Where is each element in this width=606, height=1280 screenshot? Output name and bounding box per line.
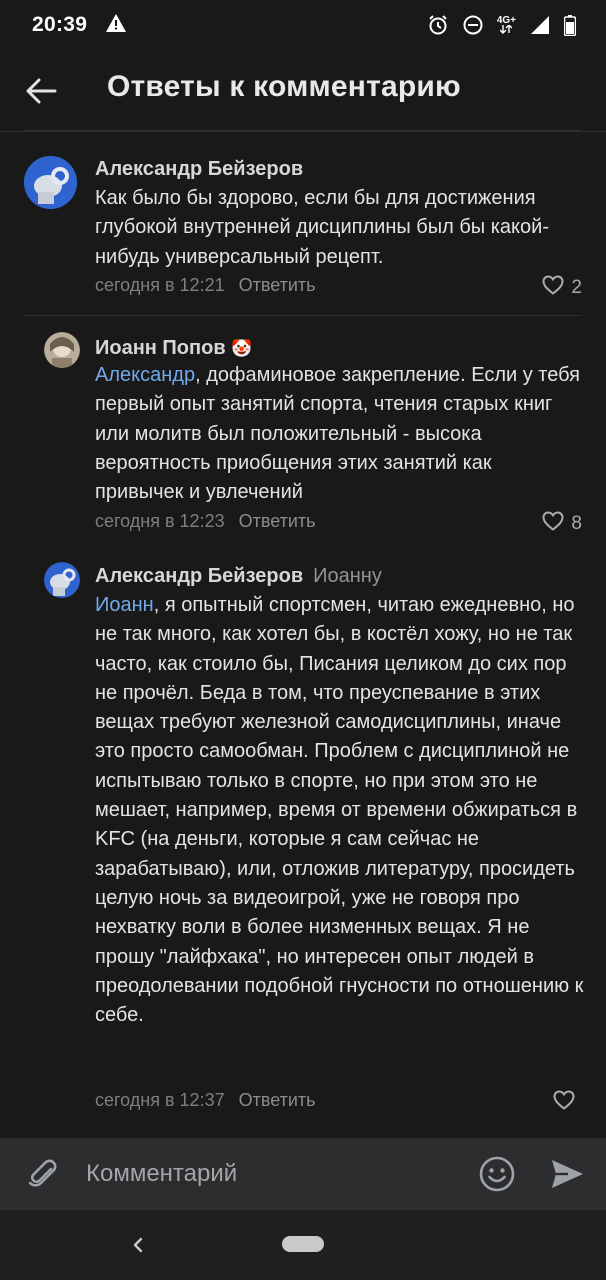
page-title: Ответы к комментарию [107,70,461,103]
reply-comment: Александр Бейзеров Иоанну Иоанн, я опытны… [0,546,606,1126]
send-button[interactable] [548,1155,586,1193]
chevron-left-icon [128,1237,148,1262]
comment-time: сегодня в 12:23 [95,511,225,531]
reply-comment: Иоанн Попов 🤡 Александр, дофаминовое зак… [0,316,606,546]
comment-body: Как было бы здорово, если бы для достиже… [95,187,549,268]
nav-back-button[interactable] [128,1232,148,1258]
comment-author[interactable]: Александр Бейзеров [95,158,303,181]
system-nav-bar [0,1210,606,1280]
like-count: 8 [571,513,582,534]
warning-icon [105,13,127,38]
heart-icon [553,1090,575,1116]
comment-meta: сегодня в 12:23 Ответить [95,511,316,532]
author-name[interactable]: Иоанн Попов [95,337,226,359]
comment-text: Иоанн, я опытный спортсмен, читаю ежедне… [95,591,585,1030]
signal-icon [530,15,550,35]
header: Ответы к комментарию [0,50,606,132]
like-count: 2 [571,277,582,298]
avatar[interactable] [24,156,77,209]
comment-author[interactable]: Иоанн Попов 🤡 [95,337,252,360]
heart-icon [542,511,564,537]
network-type-icon: 4G+ [497,16,516,34]
like-button[interactable]: 8 [542,511,582,537]
reply-to-label[interactable]: Иоанну [313,565,382,587]
comment-meta: сегодня в 12:21 Ответить [95,275,316,296]
mention-link[interactable]: Иоанн [95,594,154,616]
clown-emoji: 🤡 [231,339,253,358]
home-button[interactable] [282,1236,324,1252]
heart-icon [542,275,564,301]
author-name[interactable]: Александр Бейзеров [95,158,303,180]
header-divider [24,130,582,131]
back-button[interactable] [22,74,60,112]
avatar[interactable] [44,562,80,598]
comment-text: Александр, дофаминовое закрепление. Если… [95,361,585,507]
send-icon [548,1160,586,1197]
dnd-icon [463,15,483,35]
root-comment: Александр Бейзеров Как было бы здорово, … [0,132,606,316]
status-time: 20:39 [32,13,88,36]
emoji-button[interactable] [478,1155,516,1193]
attach-button[interactable] [24,1155,62,1193]
arrow-left-icon [25,78,57,109]
comment-author[interactable]: Александр Бейзеров Иоанну [95,565,382,588]
status-bar: 20:39 4G+ [0,0,606,50]
comment-text: Как было бы здорово, если бы для достиже… [95,184,585,272]
paperclip-icon [24,1159,62,1197]
comment-body: , я опытный спортсмен, читаю ежедневно, … [95,594,584,1027]
like-button[interactable]: 2 [542,275,582,301]
alarm-icon [427,14,449,36]
author-name[interactable]: Александр Бейзеров [95,565,303,587]
like-button[interactable] [553,1090,582,1116]
comment-time: сегодня в 12:21 [95,275,225,295]
reply-button[interactable]: Ответить [239,275,316,295]
comment-time: сегодня в 12:37 [95,1090,225,1110]
battery-icon [564,14,576,36]
comment-input-bar [0,1138,606,1210]
mention-link[interactable]: Александр [95,364,195,386]
reply-button[interactable]: Ответить [239,1090,316,1110]
smile-icon [478,1156,516,1197]
avatar[interactable] [44,332,80,368]
comment-input[interactable] [86,1152,456,1196]
reply-button[interactable]: Ответить [239,511,316,531]
comment-meta: сегодня в 12:37 Ответить [95,1090,316,1111]
